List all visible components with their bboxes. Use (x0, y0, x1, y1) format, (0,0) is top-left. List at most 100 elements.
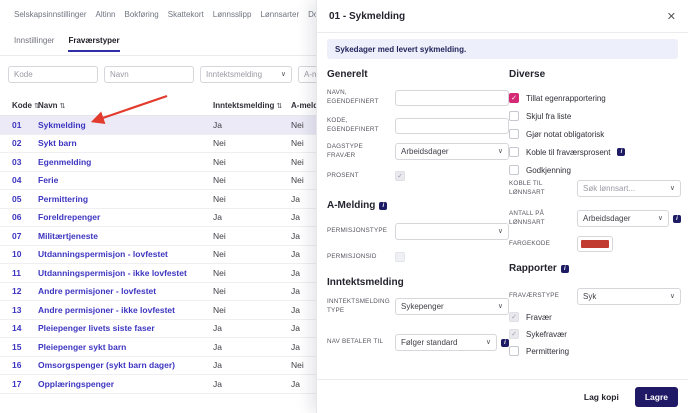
navn-link[interactable]: Permittering (38, 194, 88, 204)
permisjonstype-select[interactable]: ∨ (395, 223, 509, 240)
tab-fraverstyper[interactable]: Fraværstyper (68, 36, 119, 52)
checkbox-row-frav-r: ✓ Fravær (509, 312, 681, 322)
kode-link[interactable]: 05 (12, 194, 21, 204)
close-icon[interactable]: ✕ (667, 10, 676, 23)
inntektsmelding-filter-select[interactable]: Inntektsmelding ∨ (200, 66, 292, 83)
tillat-egenrapportering-label: Tillat egenrapportering (526, 94, 606, 103)
nav-betaler-til-select[interactable]: Følger standard ∨ (395, 334, 497, 351)
navn-link[interactable]: Pleiepenger sykt barn (38, 342, 126, 352)
koble-til-frav-rsprosent-checkbox[interactable] (509, 147, 519, 157)
nav-item-bokf-ring[interactable]: Bokføring (125, 10, 159, 19)
kode-link[interactable]: 13 (12, 305, 21, 315)
header-inntektsmelding[interactable]: Inntektsmelding⇅ (213, 101, 282, 110)
checkbox-row-koble-til-frav-rsprosent[interactable]: Koble til fraværsprosenti (509, 147, 681, 157)
skjul-fra-liste-checkbox[interactable] (509, 111, 519, 121)
checkbox-row-permittering[interactable]: Permittering (509, 346, 681, 356)
sykefrav-r-label: Sykefravær (526, 330, 567, 339)
lag-kopi-button[interactable]: Lag kopi (584, 392, 619, 402)
fraverstype-select[interactable]: Syk ∨ (577, 288, 681, 305)
kode-egendefinert-label: KODE, EGENDEFINERT (327, 117, 395, 134)
navn-link[interactable]: Utdanningspermisjon - ikke lovfestet (38, 268, 187, 278)
dagstype-fravar-select[interactable]: Arbeidsdager ∨ (395, 143, 509, 160)
tab-bar: Innstillinger Fraværstyper (14, 36, 120, 52)
navn-egendefinert-label: NAVN, EGENDEFINERT (327, 89, 395, 106)
kode-link[interactable]: 04 (12, 175, 21, 185)
kode-link[interactable]: 16 (12, 360, 21, 370)
koble-til-lonnsart-label: KOBLE TIL LØNNSART (509, 180, 577, 197)
navn-link[interactable]: Foreldrepenger (38, 212, 100, 222)
nav-item-altinn[interactable]: Altinn (95, 10, 115, 19)
godkjenning-checkbox[interactable] (509, 165, 519, 175)
amelding-value: Ja (291, 323, 300, 333)
amelding-value: Ja (291, 249, 300, 259)
checkbox-row-godkjenning[interactable]: Godkjenning (509, 165, 681, 175)
chevron-down-icon: ∨ (281, 71, 286, 78)
antall-pa-lonnsart-select[interactable]: Arbeidsdager ∨ (577, 210, 669, 227)
kode-link[interactable]: 01 (12, 120, 21, 130)
lagre-button[interactable]: Lagre (635, 387, 678, 407)
inntektsmelding-value: Nei (213, 231, 226, 241)
tillat-egenrapportering-checkbox[interactable]: ✓ (509, 93, 519, 103)
navn-link[interactable]: Militærtjeneste (38, 231, 98, 241)
navn-filter-input[interactable] (104, 66, 194, 83)
checkbox-row-tillat-egenrapportering[interactable]: ✓ Tillat egenrapportering (509, 93, 681, 103)
info-icon[interactable]: i (379, 202, 387, 210)
amelding-value: Ja (291, 286, 300, 296)
navn-link[interactable]: Utdanningspermisjon - lovfestet (38, 249, 168, 259)
checkbox-row-gj-r-notat-obligatorisk[interactable]: Gjør notat obligatorisk (509, 129, 681, 139)
info-icon[interactable]: i (617, 148, 625, 156)
sort-icon[interactable]: ⇅ (276, 103, 282, 110)
amelding-value: Nei (291, 175, 304, 185)
inntektsmelding-value: Ja (213, 342, 222, 352)
nav-item-l-nnsarter[interactable]: Lønnsarter (260, 10, 299, 19)
nav-item-selskapsinnstillinger[interactable]: Selskapsinnstillinger (14, 10, 86, 19)
navn-link[interactable]: Andre permisjoner - ikke lovfestet (38, 305, 175, 315)
section-rapporter: Rapporteri (509, 263, 681, 274)
kode-link[interactable]: 03 (12, 157, 21, 167)
navn-link[interactable]: Omsorgspenger (sykt barn dager) (38, 360, 175, 370)
navn-link[interactable]: Ferie (38, 175, 58, 185)
fargekode-color-swatch[interactable] (577, 236, 613, 252)
kode-link[interactable]: 12 (12, 286, 21, 296)
inntektsmelding-value: Ja (213, 323, 222, 333)
nav-betaler-til-label: NAV BETALER TIL (327, 338, 395, 347)
permisjonsid-checkbox[interactable] (395, 252, 405, 262)
navn-link[interactable]: Andre permisjoner - lovfestet (38, 286, 156, 296)
nav-betaler-til-value: Følger standard (401, 338, 486, 347)
navn-link[interactable]: Sykmelding (38, 120, 86, 130)
navn-egendefinert-input[interactable] (395, 90, 509, 106)
inntektsmelding-type-select[interactable]: Sykepenger ∨ (395, 298, 509, 315)
kode-link[interactable]: 07 (12, 231, 21, 241)
header-navn[interactable]: Navn⇅ (38, 101, 65, 110)
permittering-checkbox[interactable] (509, 346, 519, 356)
kode-egendefinert-input[interactable] (395, 118, 509, 134)
chevron-down-icon: ∨ (498, 228, 503, 235)
navn-link[interactable]: Pleiepenger livets siste faser (38, 323, 155, 333)
navn-link[interactable]: Sykt barn (38, 138, 77, 148)
frav-r-checkbox: ✓ (509, 312, 519, 322)
checkbox-row-skjul-fra-liste[interactable]: Skjul fra liste (509, 111, 681, 121)
gj-r-notat-obligatorisk-checkbox[interactable] (509, 129, 519, 139)
kode-link[interactable]: 17 (12, 379, 21, 389)
info-icon[interactable]: i (673, 215, 681, 223)
navn-link[interactable]: Opplæringspenger (38, 379, 114, 389)
kode-link[interactable]: 15 (12, 342, 21, 352)
nav-item-skattekort[interactable]: Skattekort (168, 10, 204, 19)
kode-link[interactable]: 14 (12, 323, 21, 333)
tab-innstillinger[interactable]: Innstillinger (14, 36, 54, 52)
sort-icon[interactable]: ⇅ (60, 103, 66, 110)
navn-link[interactable]: Egenmelding (38, 157, 91, 167)
header-kode[interactable]: Kode⇅ (12, 101, 40, 110)
info-icon[interactable]: i (561, 265, 569, 273)
info-icon[interactable]: i (501, 339, 509, 347)
kode-link[interactable]: 10 (12, 249, 21, 259)
kode-link[interactable]: 06 (12, 212, 21, 222)
dagstype-fravar-label: DAGSTYPE FRAVÆR (327, 143, 395, 160)
kode-filter-input[interactable] (8, 66, 98, 83)
frav-r-label: Fravær (526, 313, 552, 322)
checkbox-row-sykefrav-r: ✓Sykefravær (509, 329, 681, 339)
kode-link[interactable]: 02 (12, 138, 21, 148)
nav-item-l-nnsslipp[interactable]: Lønnsslipp (213, 10, 252, 19)
koble-til-lonnsart-select[interactable]: Søk lønnsart... ∨ (577, 180, 681, 197)
kode-link[interactable]: 11 (12, 268, 21, 278)
